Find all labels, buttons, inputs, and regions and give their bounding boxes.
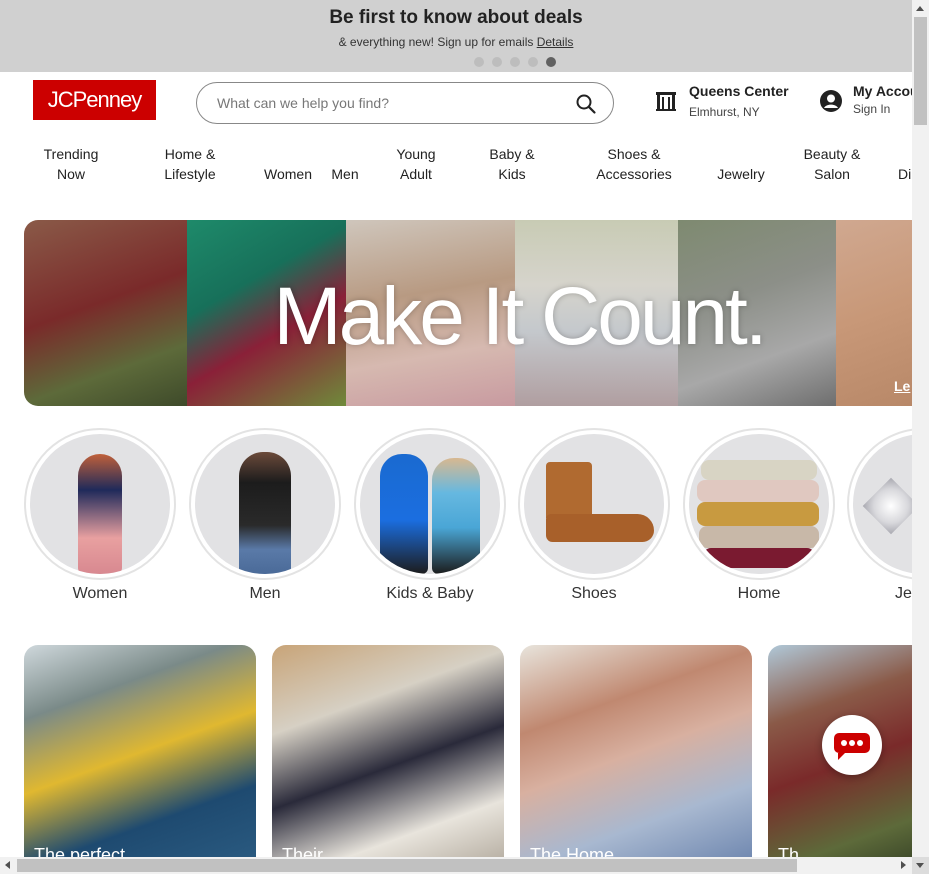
category-image-women bbox=[30, 434, 170, 574]
promo-title: Be first to know about deals bbox=[329, 7, 583, 28]
nav-item-shoes-accessories[interactable]: Shoes & Accessories bbox=[590, 144, 678, 184]
nav-item-jewelry[interactable]: Jewelry bbox=[712, 164, 770, 184]
nav-item-beauty-salon[interactable]: Beauty & Salon bbox=[798, 144, 866, 184]
nav-label: Salon bbox=[814, 166, 850, 182]
nav-item-home-lifestyle[interactable]: Home & Lifestyle bbox=[156, 144, 224, 184]
category-label: Shoes bbox=[571, 585, 617, 602]
scroll-up-arrow-icon[interactable] bbox=[916, 6, 924, 11]
category-ring bbox=[847, 428, 912, 580]
jcpenney-logo[interactable]: JCPenney bbox=[33, 80, 156, 120]
nav-label: Home & bbox=[164, 146, 216, 162]
nav-item-baby-kids[interactable]: Baby & Kids bbox=[484, 144, 540, 184]
nav-item-women[interactable]: Women bbox=[260, 164, 316, 184]
category-ring bbox=[24, 428, 176, 580]
scroll-right-arrow-icon[interactable] bbox=[901, 861, 906, 869]
nav-label: Kids bbox=[498, 166, 526, 182]
search-icon[interactable] bbox=[575, 93, 597, 115]
nav-item-men[interactable]: Men bbox=[328, 164, 362, 184]
promo-details-link[interactable]: Details bbox=[537, 35, 574, 49]
category-ring bbox=[189, 428, 341, 580]
category-ring bbox=[518, 428, 670, 580]
category-image-shoes bbox=[524, 434, 664, 574]
category-image-kids-baby bbox=[360, 434, 500, 574]
category-label: Men bbox=[249, 585, 281, 602]
category-label: Kids & Baby bbox=[386, 585, 474, 602]
category-circles: Women Men Kids & Baby Shoes Home Je bbox=[0, 428, 912, 608]
nav-label: Women bbox=[264, 166, 312, 182]
carousel-dot[interactable] bbox=[528, 57, 538, 67]
nav-label: Accessories bbox=[596, 166, 672, 182]
category-label: Women bbox=[72, 585, 128, 602]
nav-item-trending-now[interactable]: Trending Now bbox=[38, 144, 104, 184]
chat-button[interactable] bbox=[822, 715, 882, 775]
nav-label: Baby & bbox=[489, 146, 535, 162]
chat-icon bbox=[834, 733, 870, 760]
promo-card[interactable]: Their bbox=[272, 645, 504, 860]
promo-subtitle: & everything new! Sign up for emails Det… bbox=[0, 35, 912, 49]
nav-label: Men bbox=[331, 166, 359, 182]
nav-label: Adult bbox=[400, 166, 432, 182]
nav-item-young-adult[interactable]: Young Adult bbox=[390, 144, 442, 184]
category-shoes[interactable]: Shoes bbox=[518, 428, 670, 603]
category-men[interactable]: Men bbox=[189, 428, 341, 603]
chat-dot bbox=[841, 740, 847, 746]
vertical-scrollbar[interactable] bbox=[912, 0, 929, 857]
nav-label: Now bbox=[56, 166, 85, 182]
carousel-dot[interactable] bbox=[492, 57, 502, 67]
hero-learn-link[interactable]: Le bbox=[894, 378, 910, 394]
horizontal-scrollbar[interactable] bbox=[0, 857, 912, 874]
category-image-home bbox=[689, 434, 829, 574]
chat-dot bbox=[857, 740, 863, 746]
nav-label: Lifestyle bbox=[164, 166, 216, 182]
promo-card[interactable]: The perfect bbox=[24, 645, 256, 860]
carousel-dot[interactable] bbox=[510, 57, 520, 67]
nav-label: Shoes & bbox=[607, 146, 661, 162]
hero-headline: Make It Count. bbox=[273, 271, 767, 362]
category-label: Jev bbox=[895, 585, 912, 602]
category-image-jewelry bbox=[853, 434, 912, 574]
scrollbar-corner bbox=[912, 857, 929, 874]
account-icon bbox=[819, 89, 843, 113]
carousel-dot-active[interactable] bbox=[546, 57, 556, 67]
store-name: Queens Center bbox=[689, 83, 789, 99]
nav-label: Di bbox=[898, 166, 912, 182]
scroll-left-arrow-icon[interactable] bbox=[5, 861, 10, 869]
category-jewelry[interactable]: Jev bbox=[847, 428, 912, 603]
main-nav: Trending Now Home & Lifestyle Women Men … bbox=[0, 144, 912, 188]
category-ring bbox=[683, 428, 835, 580]
nav-label: Trending bbox=[43, 146, 99, 162]
nav-item-truncated[interactable]: Di bbox=[898, 164, 912, 184]
search-box[interactable] bbox=[196, 82, 614, 124]
account-menu[interactable]: My Account Sign In bbox=[819, 83, 912, 123]
carousel-dots bbox=[474, 57, 556, 67]
category-kids-baby[interactable]: Kids & Baby bbox=[354, 428, 506, 603]
store-location: Elmhurst, NY bbox=[689, 105, 760, 119]
promo-banner: Be first to know about deals & everythin… bbox=[0, 0, 912, 72]
scroll-down-arrow-icon[interactable] bbox=[916, 863, 924, 868]
category-image-men bbox=[195, 434, 335, 574]
carousel-dot[interactable] bbox=[474, 57, 484, 67]
nav-label: Young bbox=[396, 146, 436, 162]
nav-label: Jewelry bbox=[717, 166, 765, 182]
store-icon bbox=[655, 90, 677, 112]
account-title: My Account bbox=[853, 83, 912, 99]
category-ring bbox=[354, 428, 506, 580]
chat-dot bbox=[849, 740, 855, 746]
promo-subtitle-text: & everything new! Sign up for emails bbox=[338, 35, 534, 49]
category-women[interactable]: Women bbox=[24, 428, 176, 603]
account-sign-in: Sign In bbox=[853, 102, 891, 116]
search-input[interactable] bbox=[217, 92, 557, 114]
category-home[interactable]: Home bbox=[683, 428, 835, 603]
hero-banner[interactable]: Make It Count. Le bbox=[24, 220, 912, 406]
category-label: Home bbox=[737, 585, 781, 602]
vertical-scroll-thumb[interactable] bbox=[914, 17, 927, 125]
horizontal-scroll-thumb[interactable] bbox=[17, 859, 797, 872]
promo-card[interactable]: The Home bbox=[520, 645, 752, 860]
nav-label: Beauty & bbox=[803, 146, 861, 162]
store-selector[interactable]: Queens Center Elmhurst, NY bbox=[655, 83, 805, 123]
